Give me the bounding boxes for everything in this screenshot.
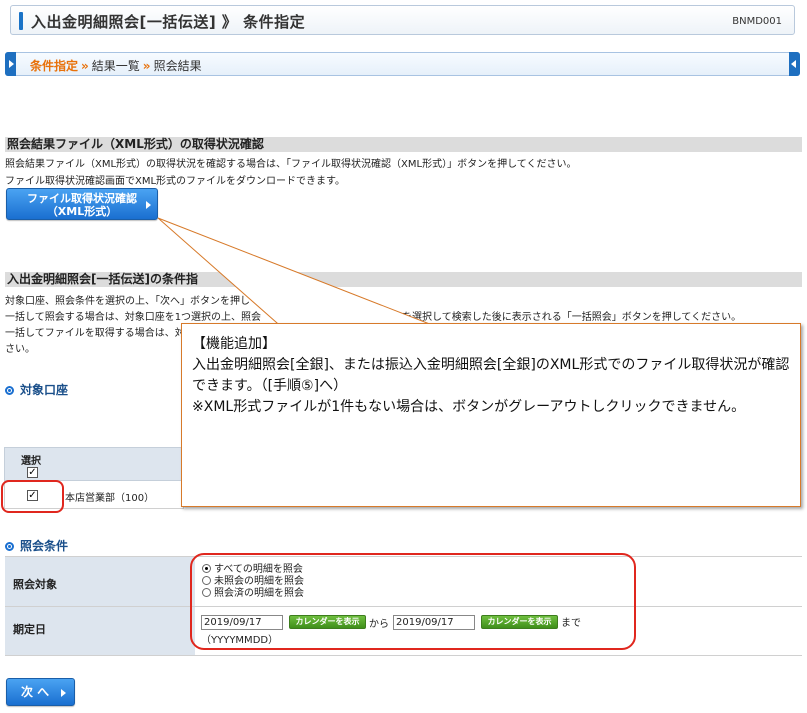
callout-line-2: ※XML形式ファイルが1件もない場合は、ボタンがグレーアウトしクリックできません… <box>192 399 746 415</box>
target-label-cell: 照会対象 <box>5 557 195 606</box>
next-button-label: 次 へ <box>21 685 50 699</box>
conditions-heading-label: 照会条件 <box>20 539 69 553</box>
section-bullet-icon <box>5 386 14 395</box>
target-label: 照会対象 <box>13 578 57 591</box>
select-all-checkbox[interactable]: ✓ <box>27 467 38 478</box>
accounts-heading-label: 対象口座 <box>20 383 69 397</box>
feature-callout: 【機能追加】 入出金明細照会[全銀]、または振込入金明細照会[全銀]のXML形式… <box>181 323 801 507</box>
accounts-heading: 対象口座 <box>5 381 68 398</box>
highlight-checkbox <box>1 480 64 513</box>
highlight-conditions <box>190 553 636 650</box>
callout-line-1: 入出金明細照会[全銀]、または振込入金明細照会[全銀]のXML形式でのファイル取… <box>192 357 790 394</box>
select-column-header: 選択 <box>21 456 41 467</box>
date-label: 期定日 <box>13 623 46 636</box>
conditions-heading: 照会条件 <box>5 537 68 554</box>
next-button[interactable]: 次 へ <box>6 678 75 706</box>
arrow-right-icon <box>61 689 66 697</box>
date-label-cell: 期定日 <box>5 607 195 655</box>
account-name: 本店営業部（100） <box>65 493 155 504</box>
callout-heading: 【機能追加】 <box>192 336 276 352</box>
accounts-table-header: 選択 ✓ <box>4 447 184 481</box>
section-bullet-icon <box>5 542 14 551</box>
